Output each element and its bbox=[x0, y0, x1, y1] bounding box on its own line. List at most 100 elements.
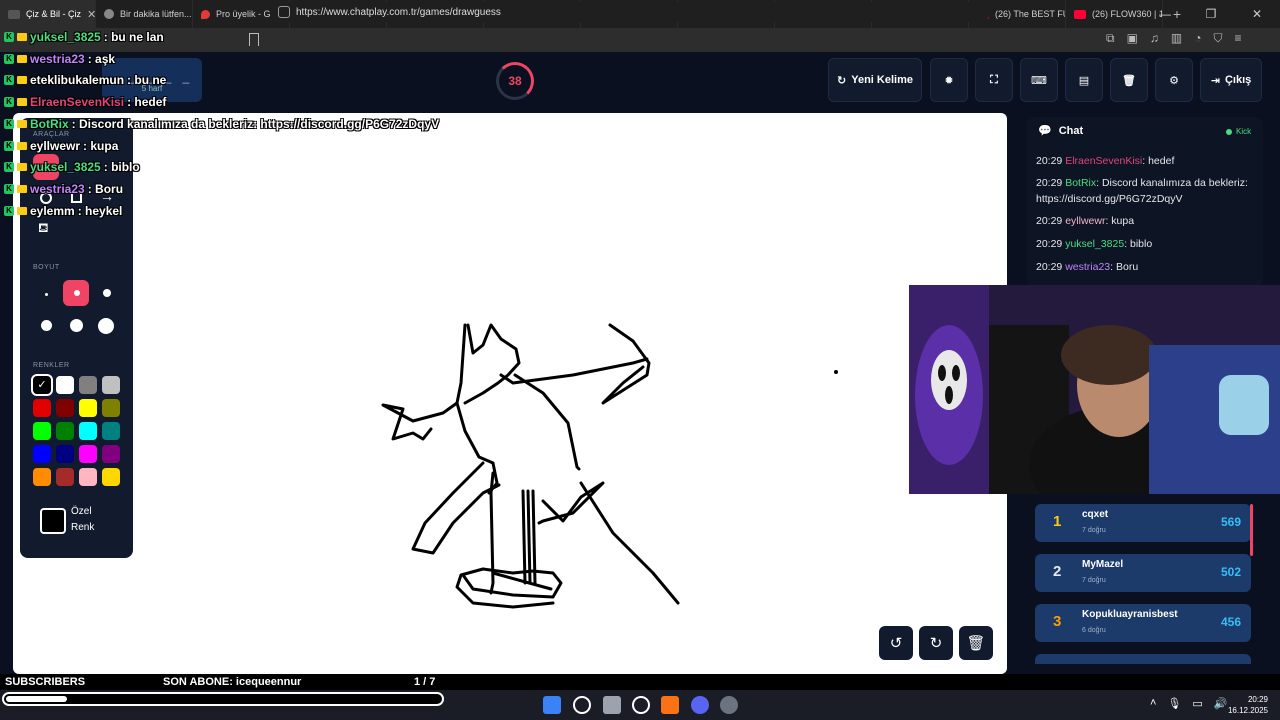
windows-start-icon[interactable] bbox=[543, 696, 561, 714]
size-button-tiny[interactable] bbox=[45, 293, 48, 296]
color-swatch[interactable] bbox=[102, 422, 120, 440]
size-label: BOYUT bbox=[33, 264, 60, 271]
microphone-icon[interactable]: 🎙 bbox=[1167, 697, 1181, 710]
close-tab-icon[interactable]: ✕ bbox=[87, 8, 95, 21]
color-swatch[interactable] bbox=[56, 399, 74, 417]
overlay-chat-line: K ElraenSevenKisi: hedef bbox=[4, 95, 166, 109]
chat-username[interactable]: yuksel_3825 bbox=[1065, 238, 1124, 250]
site-info-icon[interactable] bbox=[278, 6, 290, 18]
chat-text: : kupa bbox=[1105, 215, 1135, 227]
size-button-small[interactable] bbox=[103, 289, 111, 297]
color-swatch[interactable] bbox=[79, 468, 97, 486]
rank-number: 2 bbox=[1053, 563, 1062, 580]
correct-count: 7 doğru bbox=[1082, 527, 1106, 534]
search-icon[interactable] bbox=[573, 696, 591, 714]
color-swatch[interactable] bbox=[102, 399, 120, 417]
browser-tab[interactable]: Bir dakika lütfen... bbox=[96, 0, 193, 28]
size-button-xxlarge[interactable] bbox=[98, 318, 114, 334]
color-swatch[interactable] bbox=[79, 422, 97, 440]
subscribers-label: SUBSCRIBERS bbox=[5, 676, 86, 688]
color-swatch[interactable] bbox=[79, 399, 97, 417]
archive-button[interactable]: ▤ bbox=[1065, 58, 1103, 102]
chat-text: : Boru bbox=[1110, 261, 1139, 273]
size-button-large[interactable] bbox=[41, 320, 52, 331]
overlay-text: : aşk bbox=[87, 52, 116, 66]
chevron-up-icon[interactable]: ˄ bbox=[1150, 697, 1156, 710]
volume-icon[interactable]: 🔊 bbox=[1214, 697, 1228, 710]
bookmark-icon[interactable] bbox=[249, 33, 259, 46]
maximize-icon[interactable]: ❐ bbox=[1188, 0, 1234, 28]
taskbar-clock[interactable]: 20:29 16.12.2025 bbox=[1228, 694, 1268, 716]
color-swatch[interactable] bbox=[56, 468, 74, 486]
crown-badge-icon bbox=[17, 142, 27, 150]
color-swatch[interactable] bbox=[79, 445, 97, 463]
clear-canvas-button[interactable]: 🗑 bbox=[959, 626, 993, 660]
browser-tab[interactable]: Çiz & Bil - Çiz ✕ bbox=[0, 0, 96, 28]
trash-button[interactable]: 🗑 bbox=[1110, 58, 1148, 102]
exit-button[interactable]: ⇥ Çıkış bbox=[1200, 58, 1262, 102]
color-swatch[interactable] bbox=[102, 445, 120, 463]
brave-icon[interactable] bbox=[661, 696, 679, 714]
drawing-strokes bbox=[381, 323, 838, 609]
color-swatch[interactable] bbox=[79, 376, 97, 394]
vpn-icon[interactable]: ⛉ bbox=[1214, 31, 1223, 46]
chat-time: 20:29 bbox=[1036, 155, 1063, 167]
exit-icon: ⇥ bbox=[1210, 74, 1220, 87]
chat-time: 20:29 bbox=[1036, 177, 1063, 189]
overlay-text: : bu ne bbox=[127, 73, 167, 87]
leaderboard-scrollbar[interactable] bbox=[1250, 504, 1253, 556]
chatgpt-icon[interactable] bbox=[632, 696, 650, 714]
color-swatch[interactable] bbox=[33, 445, 51, 463]
fill-bucket-icon[interactable]: ⛾ bbox=[38, 220, 49, 238]
undo-button[interactable]: ↺ bbox=[879, 626, 913, 660]
menu-icon[interactable]: ≡ bbox=[1235, 31, 1242, 46]
overlay-chat-line: Keyllwewr: kupa bbox=[4, 139, 118, 153]
kick-badge-icon: K bbox=[4, 141, 14, 151]
new-word-button[interactable]: ↻ Yeni Kelime bbox=[828, 58, 922, 102]
settings-button[interactable]: ⚙ bbox=[1155, 58, 1193, 102]
tools-label: ARAÇLAR bbox=[33, 131, 70, 138]
player-name: Kopukluayranisbest bbox=[1082, 609, 1178, 620]
close-icon[interactable]: ✕ bbox=[1234, 0, 1280, 28]
color-swatch[interactable] bbox=[102, 376, 120, 394]
color-swatch[interactable] bbox=[56, 422, 74, 440]
minimize-icon[interactable]: — bbox=[1142, 0, 1188, 28]
redo-button[interactable]: ↻ bbox=[919, 626, 953, 660]
profile-icon[interactable]: ◔ bbox=[1194, 31, 1201, 46]
custom-color-swatch[interactable] bbox=[40, 508, 66, 534]
color-swatch[interactable] bbox=[56, 376, 74, 394]
screenshot-icon[interactable]: ▣ bbox=[1127, 31, 1138, 46]
sun-button[interactable]: ✹ bbox=[930, 58, 968, 102]
chat-username[interactable]: ElraenSevenKisi bbox=[1065, 155, 1142, 167]
chatplay-icon bbox=[8, 9, 20, 19]
sidebar-icon[interactable]: ▥ bbox=[1171, 31, 1182, 46]
chat-username[interactable]: eyllwewr bbox=[1065, 215, 1105, 227]
color-swatch[interactable] bbox=[33, 399, 51, 417]
url-field[interactable]: https://www.chatplay.com.tr/games/drawgu… bbox=[270, 2, 990, 22]
drawing-canvas[interactable] bbox=[13, 113, 1007, 674]
overlay-chat-line: Kwestria23: aşk bbox=[4, 52, 115, 66]
size-button-xlarge[interactable] bbox=[70, 319, 83, 332]
overlay-username: westria23 bbox=[30, 52, 85, 66]
color-swatch[interactable] bbox=[33, 422, 51, 440]
extension-icon[interactable]: ⧉ bbox=[1106, 31, 1115, 46]
overlay-text: : Discord kanalımıza da bekleriz: https:… bbox=[71, 117, 440, 131]
color-swatch[interactable] bbox=[102, 468, 120, 486]
crown-badge-icon bbox=[17, 120, 27, 128]
discord-icon[interactable] bbox=[691, 696, 709, 714]
keyboard-button[interactable]: ⌨ bbox=[1020, 58, 1058, 102]
fullscreen-button[interactable]: ⛶ bbox=[975, 58, 1013, 102]
color-swatch[interactable]: ✓ bbox=[31, 374, 53, 396]
webcam-feed bbox=[909, 285, 1280, 494]
color-swatch[interactable] bbox=[56, 445, 74, 463]
overlay-chat-line: Keylemm: heykel bbox=[4, 204, 122, 218]
color-swatch[interactable] bbox=[33, 468, 51, 486]
chat-username[interactable]: BotRix bbox=[1065, 177, 1096, 189]
music-icon[interactable]: ♫ bbox=[1150, 31, 1159, 46]
obs-icon[interactable] bbox=[720, 696, 738, 714]
display-icon[interactable]: ▭ bbox=[1192, 697, 1202, 710]
overlay-text: : biblo bbox=[103, 160, 140, 174]
chat-username[interactable]: westria23 bbox=[1065, 261, 1110, 273]
overlay-chat-line: Kyuksel_3825: bu ne lan bbox=[4, 30, 164, 44]
file-explorer-icon[interactable] bbox=[603, 696, 621, 714]
